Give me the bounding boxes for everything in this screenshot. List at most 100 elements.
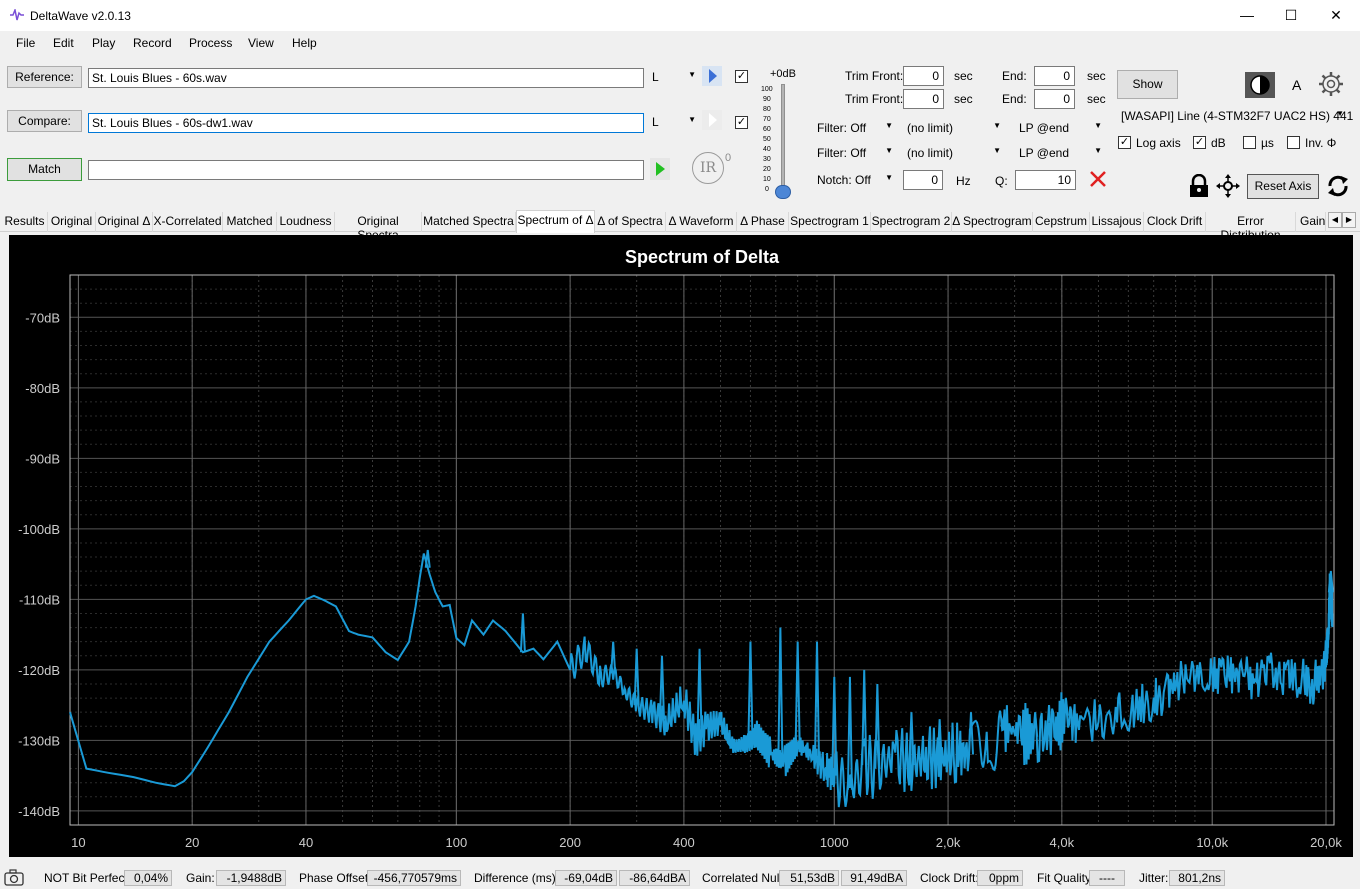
tab-matched-spectra[interactable]: Matched Spectra: [422, 212, 516, 232]
tab-scroll-left-icon[interactable]: ◀: [1328, 212, 1342, 228]
match-button[interactable]: Match: [7, 158, 82, 181]
menu-edit[interactable]: Edit: [53, 36, 74, 50]
camera-icon[interactable]: [4, 869, 24, 886]
menu-process[interactable]: Process: [189, 36, 232, 50]
tab-clock-drift[interactable]: Clock Drift: [1144, 212, 1206, 232]
scale-tick: 60: [763, 126, 771, 133]
us-checkbox[interactable]: [1243, 136, 1256, 149]
ir-button[interactable]: IR: [692, 152, 724, 184]
tab-original-delta[interactable]: Original Δ: [96, 212, 153, 232]
compare-enable-checkbox[interactable]: ✓: [735, 116, 748, 129]
trim-end-input-2[interactable]: 0: [1034, 89, 1075, 109]
filter2-select[interactable]: Filter: Off ▼: [813, 143, 897, 164]
reference-channel-select[interactable]: L ▼: [648, 67, 700, 88]
ir-label: IR: [699, 160, 717, 176]
tab-gain[interactable]: Gain: [1296, 212, 1326, 232]
menu-bar: File Edit Play Record Process View Help: [0, 31, 1360, 55]
scale-tick: 50: [763, 136, 771, 143]
clear-filters-icon[interactable]: [1088, 169, 1108, 189]
tab-delta-spectrogram[interactable]: Δ Spectrogram: [952, 212, 1033, 232]
y-tick-label: -140dB: [18, 804, 60, 819]
series-spike: [813, 641, 820, 760]
reference-enable-checkbox[interactable]: ✓: [735, 70, 748, 83]
db-checkbox[interactable]: ✓: [1193, 136, 1206, 149]
compare-channel-select[interactable]: L ▼: [648, 112, 700, 133]
q-input[interactable]: 10: [1015, 170, 1076, 190]
x-tick-label: 20,0k: [1310, 835, 1342, 850]
tab-spectrum-of-delta[interactable]: Spectrum of Δ: [516, 210, 595, 233]
close-button[interactable]: ✕: [1313, 0, 1359, 31]
play-reference-button[interactable]: [702, 66, 722, 86]
hz-label: Hz: [956, 174, 971, 188]
tab-strip: Results Original Original Δ X-Correlated…: [0, 210, 1360, 242]
tab-scroll-right-icon[interactable]: ▶: [1342, 212, 1356, 228]
maximize-button[interactable]: ☐: [1268, 0, 1314, 31]
limit2-select[interactable]: (no limit) ▼: [903, 143, 1005, 164]
fit-quality-value: ----: [1089, 870, 1125, 886]
inv-phase-checkbox[interactable]: [1287, 136, 1300, 149]
notch-value: Notch: Off: [817, 173, 871, 187]
trim-front-input-2[interactable]: 0: [903, 89, 944, 109]
show-button[interactable]: Show: [1117, 70, 1178, 99]
play-compare-button[interactable]: [702, 110, 722, 130]
device-value: [WASAPI] Line (4-STM32F7 UAC2 HS) 441: [1121, 109, 1354, 123]
lp1-select[interactable]: LP @end ▼: [1015, 118, 1106, 139]
log-axis-checkbox[interactable]: ✓: [1118, 136, 1131, 149]
tab-matched[interactable]: Matched: [223, 212, 277, 232]
pan-icon[interactable]: [1215, 173, 1241, 199]
menu-record[interactable]: Record: [133, 36, 172, 50]
lock-icon[interactable]: [1188, 174, 1210, 198]
tab-lissajous[interactable]: Lissajous: [1090, 212, 1144, 232]
contrast-toggle[interactable]: [1245, 72, 1275, 98]
lp1-value: LP @end: [1019, 121, 1069, 135]
scale-tick: 0: [765, 186, 769, 193]
tab-cepstrum[interactable]: Cepstrum: [1033, 212, 1090, 232]
trim-end-input-1[interactable]: 0: [1034, 66, 1075, 86]
reset-axis-button[interactable]: Reset Axis: [1247, 174, 1319, 199]
device-select[interactable]: [WASAPI] Line (4-STM32F7 UAC2 HS) 441 ▼: [1117, 106, 1353, 127]
reference-file-input[interactable]: St. Louis Blues - 60s.wav: [88, 68, 644, 88]
compare-file-input[interactable]: St. Louis Blues - 60s-dw1.wav: [88, 113, 644, 133]
difference-label: Difference (ms):: [474, 871, 560, 885]
tab-delta-waveform[interactable]: Δ Waveform: [666, 212, 737, 232]
tab-loudness[interactable]: Loudness: [277, 212, 335, 232]
menu-file[interactable]: File: [16, 36, 35, 50]
match-play-button[interactable]: [650, 158, 670, 180]
tab-delta-of-spectra[interactable]: Δ of Spectra: [595, 212, 666, 232]
y-tick-label: -130dB: [18, 733, 60, 748]
tab-x-correlated[interactable]: X-Correlated: [153, 212, 223, 232]
reference-button[interactable]: Reference:: [7, 66, 82, 88]
trim-front-input-1[interactable]: 0: [903, 66, 944, 86]
tab-delta-phase[interactable]: Δ Phase: [737, 212, 789, 232]
tab-original-spectra[interactable]: Original Spectra: [335, 212, 422, 242]
menu-play[interactable]: Play: [92, 36, 115, 50]
notch-frequency-input[interactable]: 0: [903, 170, 943, 190]
chart-title: Spectrum of Delta: [625, 247, 780, 267]
limit1-select[interactable]: (no limit) ▼: [903, 118, 1005, 139]
lp2-select[interactable]: LP @end ▼: [1015, 143, 1106, 164]
compare-button[interactable]: Compare:: [7, 110, 82, 132]
tab-error-distribution[interactable]: Error Distribution: [1206, 212, 1296, 242]
tab-spectrogram-2[interactable]: Spectrogram 2: [871, 212, 952, 232]
bit-perfect-label: NOT Bit Perfect: [44, 871, 128, 885]
tab-original[interactable]: Original: [48, 212, 96, 232]
minimize-button[interactable]: —: [1224, 0, 1270, 31]
level-scale: 100 90 80 70 60 50 40 30 20 10 0: [758, 86, 773, 196]
level-slider-thumb[interactable]: [775, 185, 791, 199]
filter2-value: Filter: Off: [817, 146, 867, 160]
tab-results[interactable]: Results: [2, 212, 48, 232]
notch-select[interactable]: Notch: Off ▼: [813, 170, 897, 191]
a-weighting-toggle[interactable]: A: [1292, 77, 1301, 93]
spectrum-plot[interactable]: Spectrum of Delta -70dB -80dB -90dB -100dB -1…: [9, 235, 1353, 857]
x-tick-label: 10,0k: [1196, 835, 1228, 850]
scale-tick: 90: [763, 96, 771, 103]
menu-view[interactable]: View: [248, 36, 274, 50]
chevron-down-icon: ▼: [1094, 121, 1102, 130]
level-slider-track[interactable]: [781, 84, 785, 192]
filter1-select[interactable]: Filter: Off ▼: [813, 118, 897, 139]
series-spike: [777, 627, 784, 760]
refresh-icon[interactable]: [1326, 174, 1350, 198]
tab-spectrogram-1[interactable]: Spectrogram 1: [789, 212, 871, 232]
gear-icon[interactable]: [1318, 71, 1344, 97]
menu-help[interactable]: Help: [292, 36, 317, 50]
